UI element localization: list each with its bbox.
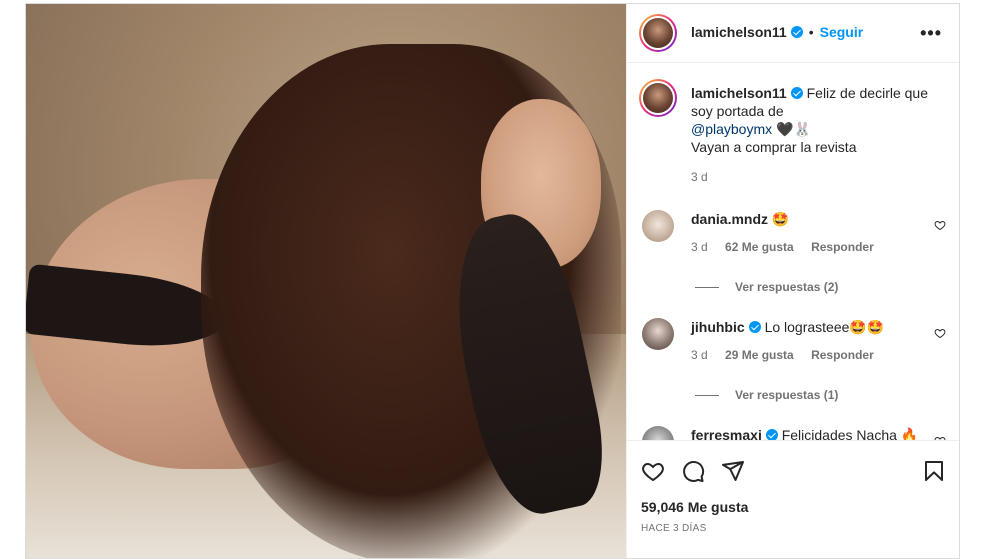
verified-badge-icon (790, 87, 803, 99)
comment-heart-icon[interactable] (934, 219, 946, 231)
caption-line-1: lamichelson11 Feliz de decirle que (691, 84, 946, 102)
comment-time: 3 d (691, 240, 708, 254)
caption-time: 3 d (691, 170, 708, 184)
comment-row: jihuhbic Lo lograsteee🤩🤩 3 d 29 Me gusta… (691, 318, 884, 362)
comment-row: ferresmaxi Felicidades Nacha 🔥 (691, 426, 918, 440)
separator-dot: • (808, 24, 814, 40)
posted-time: HACE 3 DÍAS (641, 523, 707, 534)
comment-text: Lo lograsteee🤩🤩 (764, 319, 885, 335)
verified-badge-icon (790, 26, 803, 38)
comments-list[interactable]: lamichelson11 Feliz de decirle que soy p… (627, 64, 959, 440)
comment-time: 3 d (691, 348, 708, 362)
post-photo[interactable] (26, 4, 626, 558)
comment-username[interactable]: dania.mndz (691, 211, 768, 227)
post-modal: lamichelson11 • Seguir ••• lamichelson11 F… (25, 3, 960, 559)
author-avatar[interactable] (639, 14, 677, 52)
likes-count[interactable]: 59,046 Me gusta (641, 499, 748, 515)
caption-text-2: soy portada de (691, 103, 784, 119)
reply-button[interactable]: Responder (811, 348, 874, 362)
post-side-panel: lamichelson11 • Seguir ••• lamichelson11 F… (626, 4, 959, 558)
paper-plane-icon[interactable] (721, 459, 745, 483)
comment-icon[interactable] (681, 459, 705, 483)
caption-username[interactable]: lamichelson11 (691, 85, 787, 101)
post-header: lamichelson11 • Seguir ••• (627, 4, 959, 63)
caption-block: lamichelson11 Feliz de decirle que soy p… (691, 84, 946, 184)
comment-avatar[interactable] (642, 426, 674, 440)
follow-button[interactable]: Seguir (820, 24, 864, 40)
comment-username[interactable]: jihuhbic (691, 319, 745, 335)
author-username[interactable]: lamichelson11 (691, 24, 787, 40)
comment-text: 🤩 (771, 211, 790, 227)
post-actions-bar: 59,046 Me gusta HACE 3 DÍAS (627, 440, 959, 558)
caption-mention-link[interactable]: @playboymx (691, 121, 772, 137)
view-replies-button[interactable]: Ver respuestas (1) (695, 388, 838, 402)
heart-icon[interactable] (641, 459, 665, 483)
reply-button[interactable]: Responder (811, 240, 874, 254)
header-user-row: lamichelson11 • Seguir (691, 24, 863, 42)
comment-likes[interactable]: 29 Me gusta (725, 348, 794, 362)
comment-text: Felicidades Nacha 🔥 (781, 427, 919, 440)
verified-badge-icon (765, 429, 778, 440)
more-options-icon[interactable]: ••• (920, 23, 942, 44)
comment-username[interactable]: ferresmaxi (691, 427, 762, 440)
comment-row: dania.mndz 🤩 3 d 62 Me gusta Responder (691, 210, 874, 254)
bookmark-icon[interactable] (922, 459, 946, 483)
caption-avatar[interactable] (639, 79, 677, 117)
view-replies-button[interactable]: Ver respuestas (2) (695, 280, 838, 294)
caption-emoji: 🖤🐰 (776, 121, 811, 137)
comment-avatar[interactable] (642, 318, 674, 350)
comment-avatar[interactable] (642, 210, 674, 242)
caption-line-3: @playboymx 🖤🐰 (691, 120, 946, 138)
verified-badge-icon (748, 321, 761, 333)
caption-text-4: Vayan a comprar la revista (691, 139, 857, 155)
comment-heart-icon[interactable] (934, 327, 946, 339)
caption-text-1: Feliz de decirle que (806, 85, 929, 101)
comment-likes[interactable]: 62 Me gusta (725, 240, 794, 254)
